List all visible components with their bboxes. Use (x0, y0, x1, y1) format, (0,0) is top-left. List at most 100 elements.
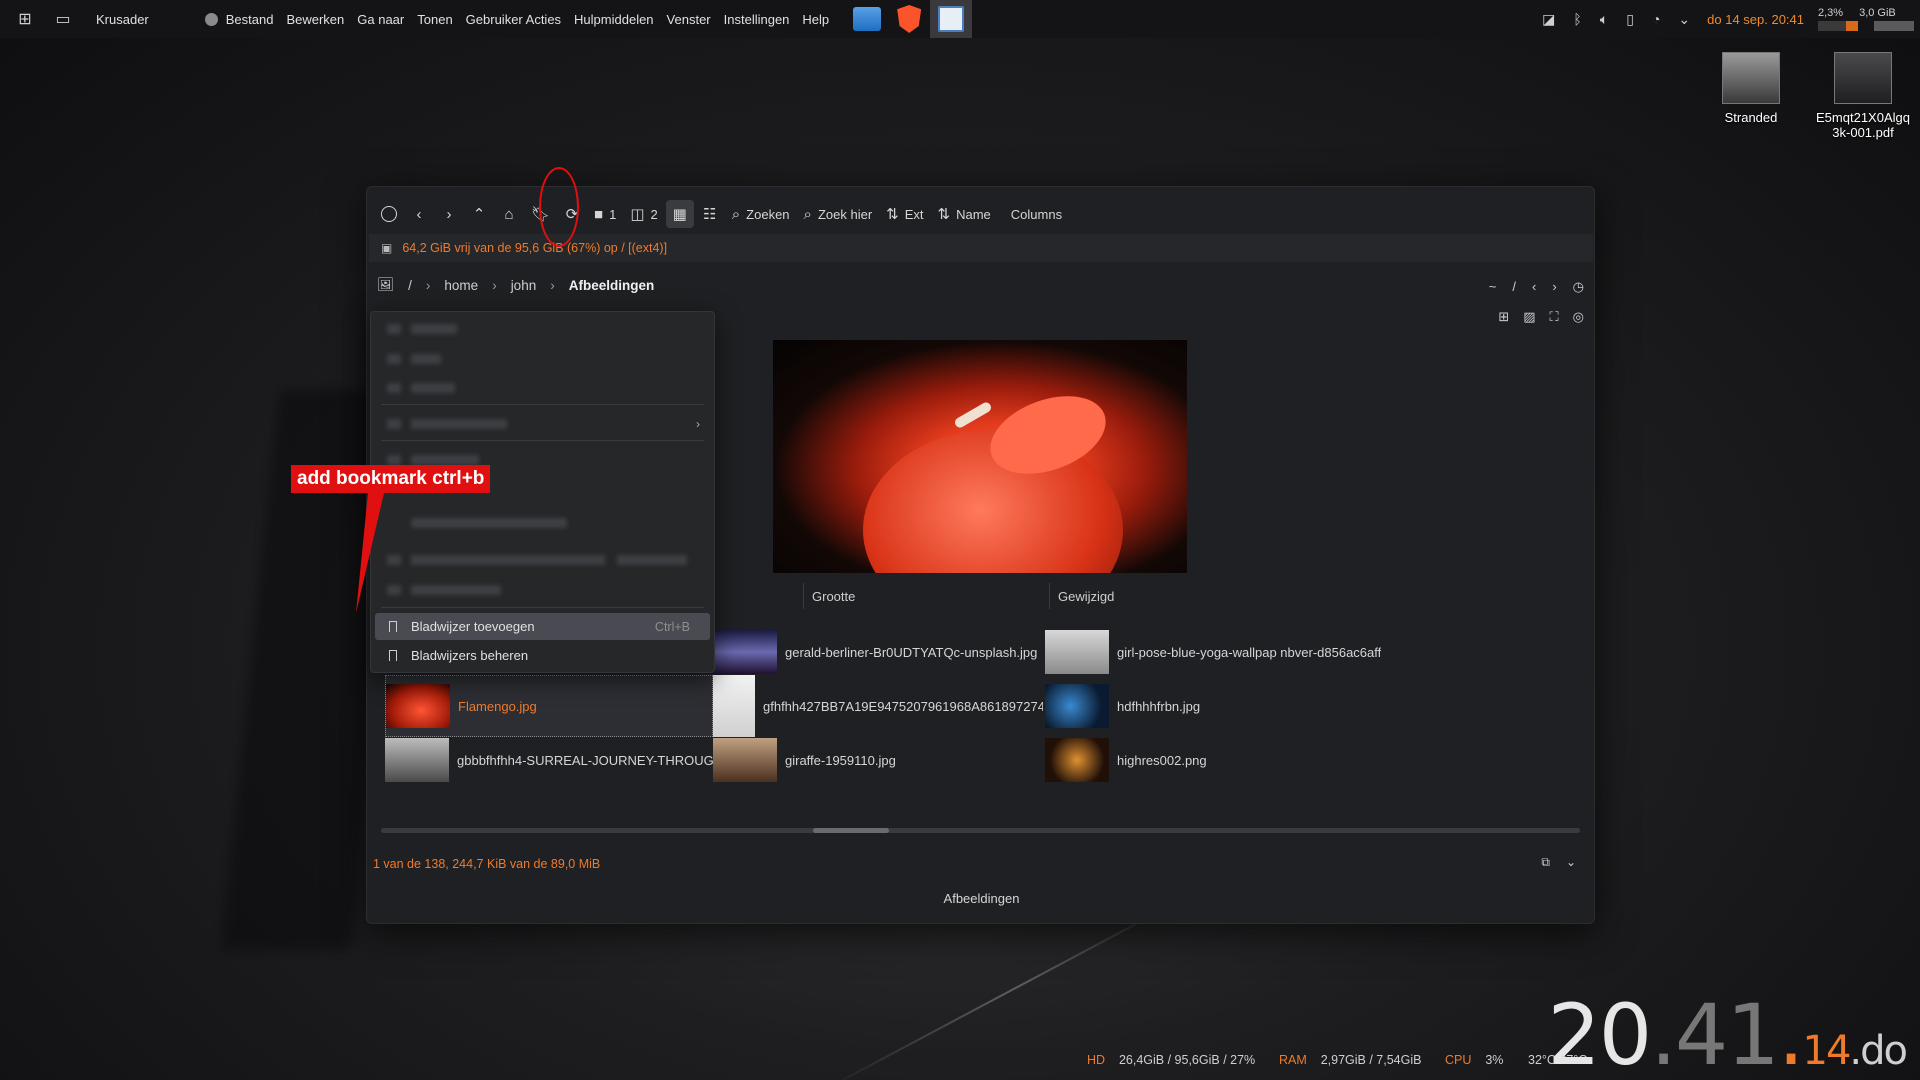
task-file-manager[interactable] (846, 0, 888, 38)
breadcrumb-root[interactable]: / (408, 278, 412, 293)
file-thumbnail (385, 738, 449, 782)
file-tile[interactable]: highres002.png (1045, 729, 1381, 791)
forward-button[interactable]: › (435, 200, 463, 228)
task-brave[interactable] (888, 0, 930, 38)
activities-icon[interactable]: ⊞ (12, 9, 38, 29)
location-icon[interactable]: 🖼︎ (377, 277, 394, 293)
blurred-bookmark[interactable] (411, 354, 441, 364)
file-tile[interactable]: hdfhhhfrbn.jpg (1045, 675, 1381, 737)
screenshot-icon[interactable]: ▭ (50, 9, 76, 29)
clock-sep: . (1849, 1028, 1862, 1074)
menu-bewerken[interactable]: Bewerken (286, 12, 344, 27)
active-app-name: Krusader (96, 11, 149, 27)
clipboard-icon[interactable]: ◪ (1542, 11, 1555, 28)
blurred-bookmark-icon (387, 419, 401, 429)
menu-hulpmiddelen[interactable]: Hulpmiddelen (574, 12, 654, 27)
file-tile[interactable]: gbbbfhfhh4-SURREAL-JOURNEY-THROUGH-ANIMA… (385, 729, 713, 791)
column-header-size[interactable]: Grootte (803, 583, 1049, 609)
breadcrumb-john[interactable]: john (511, 278, 537, 293)
single-panel-button[interactable]: ■ 1 (588, 200, 622, 228)
copy-path-icon[interactable]: ⧉ (1541, 855, 1550, 870)
root-dir-button[interactable]: / (1512, 279, 1516, 295)
file-thumbnail (1045, 684, 1109, 728)
desktop-icon-pdf[interactable]: E5mqt21X0Algq3k-001.pdf (1815, 52, 1911, 140)
preview-image-icon[interactable]: ▨ (1523, 309, 1535, 325)
file-tile-selected[interactable]: Flamengo.jpg (385, 675, 713, 737)
clock-sep: . (1777, 986, 1805, 1080)
icon-view-button[interactable]: ▦ (665, 200, 694, 228)
manage-bookmarks-label: Bladwijzers beheren (411, 648, 529, 663)
home-dir-button[interactable]: ~ (1489, 279, 1497, 295)
blurred-bookmark[interactable] (411, 555, 605, 565)
status-circle-button[interactable] (375, 200, 403, 228)
scrollbar-thumb[interactable] (813, 828, 889, 833)
menu-gebruiker-acties[interactable]: Gebruiker Acties (466, 12, 561, 27)
desktop-icon-stranded[interactable]: Stranded (1703, 52, 1799, 125)
home-button[interactable]: ⌂ (495, 200, 523, 228)
blurred-bookmark[interactable] (411, 455, 479, 465)
home-icon: ⌂ (504, 205, 514, 223)
breadcrumb: 🖼︎ / › home › john › Afbeeldingen (377, 277, 668, 293)
chevron-left-icon: ‹ (416, 205, 422, 223)
tray-expand-icon[interactable]: ⌄ (1678, 11, 1690, 28)
file-tile[interactable]: giraffe-1959110.jpg (713, 729, 1043, 791)
menu-instellingen[interactable]: Instellingen (724, 12, 790, 27)
back-button[interactable]: ‹ (405, 200, 433, 228)
up-button[interactable]: ⌃ (465, 200, 493, 228)
panel-clock[interactable]: do 14 sep. 20:41 (1707, 12, 1804, 27)
sort-name-button[interactable]: ⇅ Name (932, 200, 997, 228)
blurred-bookmark (617, 555, 687, 565)
blurred-bookmark[interactable] (411, 324, 457, 334)
breadcrumb-current[interactable]: Afbeeldingen (569, 278, 655, 293)
add-bookmark-item[interactable]: Bladwijzer toevoegen Ctrl+B (375, 613, 710, 640)
columns-button[interactable]: Columns (999, 200, 1068, 228)
top-panel: ⊞ ▭ Krusader Bestand Bewerken Ga naar To… (0, 0, 1920, 38)
blurred-bookmark[interactable] (411, 419, 507, 429)
sort-ext-button[interactable]: ⇅ Ext (880, 200, 929, 228)
panel-forward-button[interactable]: › (1552, 279, 1556, 295)
history-icon[interactable]: ◷ (1573, 279, 1584, 295)
menu-tonen[interactable]: Tonen (417, 12, 452, 27)
breadcrumb-separator-icon: › (425, 277, 431, 293)
file-tile[interactable]: girl-pose-blue-yoga-wallpap nbver-d856ac… (1045, 621, 1381, 683)
preview-settings-icon[interactable]: ◎ (1573, 309, 1584, 325)
blurred-bookmark-icon (387, 383, 401, 393)
search-button[interactable]: ⌕ Zoeken (726, 200, 796, 228)
bluetooth-icon[interactable]: ᛒ (1573, 11, 1581, 27)
blurred-bookmark[interactable] (411, 585, 501, 595)
panel-back-button[interactable]: ‹ (1532, 279, 1536, 295)
search-here-button[interactable]: ⌕ Zoek hier (798, 200, 879, 228)
file-tile[interactable]: gfhfhh427BB7A19E9475207961968A861897274C… (713, 675, 1043, 737)
cpu-label: CPU (1445, 1053, 1472, 1067)
blurred-bookmark[interactable] (411, 518, 567, 528)
preview-fit-icon[interactable]: ⛶ (1550, 309, 1559, 325)
menu-bestand[interactable]: Bestand (226, 12, 274, 27)
column-header-modified[interactable]: Gewijzigd (1049, 583, 1295, 609)
expand-icon[interactable]: ⌄ (1566, 855, 1576, 870)
volume-icon[interactable]: 🔈︎ (1600, 11, 1608, 28)
blurred-bookmark[interactable] (411, 383, 455, 393)
search-icon: ⌕ (731, 205, 741, 223)
folder-app-icon (853, 7, 882, 31)
menu-ga-naar[interactable]: Ga naar (357, 12, 404, 27)
mem-monitor-graph (1874, 21, 1914, 31)
system-monitors[interactable]: 2,3% 3,0 GiB (1818, 7, 1920, 31)
breadcrumb-home[interactable]: home (444, 278, 478, 293)
detail-view-button[interactable]: ☷ (696, 200, 724, 228)
phone-icon[interactable]: ▯ (1626, 11, 1634, 28)
menu-help[interactable]: Help (802, 12, 829, 27)
app-menu-icon[interactable] (204, 12, 218, 26)
horizontal-scrollbar[interactable] (381, 828, 1580, 833)
sysinfo-hd: HD 26,4GiB / 95,6GiB / 27% (1087, 1053, 1255, 1067)
file-name: hdfhhhfrbn.jpg (1117, 698, 1201, 714)
dual-panel-button[interactable]: ◫ 2 (624, 200, 663, 228)
network-icon[interactable]: ◔ (1652, 11, 1660, 27)
pdf-thumbnail-icon (1834, 52, 1892, 104)
preview-split-icon[interactable]: ⊞ (1498, 309, 1509, 325)
breadcrumb-separator-icon: › (492, 277, 497, 293)
task-krusader[interactable] (930, 0, 973, 38)
file-tile[interactable]: gerald-berliner-Br0UDTYATQc-unsplash.jpg (713, 621, 1043, 683)
blurred-bookmark-icon (387, 455, 401, 465)
menu-venster[interactable]: Venster (667, 12, 711, 27)
manage-bookmarks-item[interactable]: Bladwijzers beheren (375, 642, 710, 669)
